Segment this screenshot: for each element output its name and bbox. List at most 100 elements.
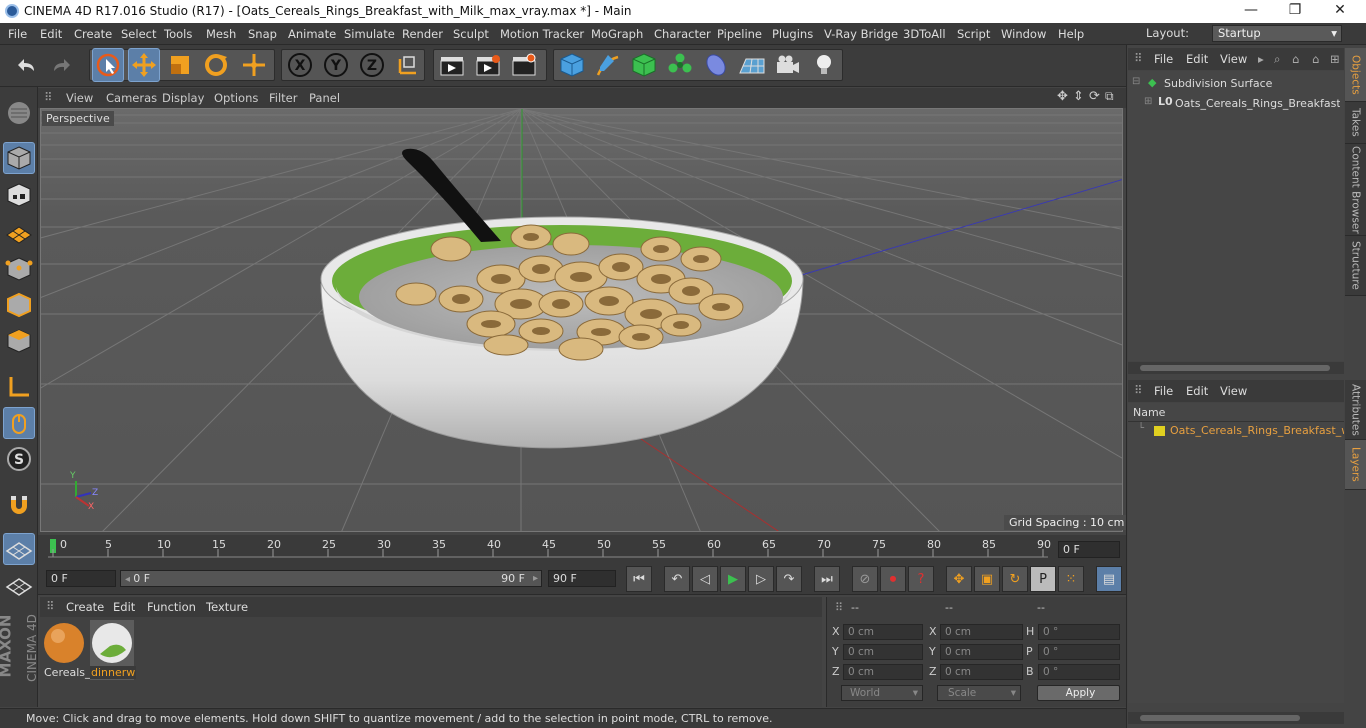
layer-row[interactable]: └ Oats_Cereals_Rings_Breakfast_wit [1130,422,1344,440]
light-button[interactable] [808,48,840,82]
autokey-button[interactable]: ? [908,566,934,592]
rotation-b-field[interactable]: 0 ° [1038,664,1120,680]
layers-scrollbar[interactable] [1128,712,1344,724]
menu-motion-tracker[interactable]: Motion Tracker [500,27,584,41]
minimize-button[interactable]: — [1241,2,1261,18]
home-icon[interactable]: ⌂ [1292,52,1299,66]
layer-color-swatch[interactable] [1154,426,1165,436]
position-y-field[interactable]: 0 cm [843,644,923,660]
menu-file[interactable]: File [8,27,27,41]
start-frame-field[interactable]: 0 F [46,570,116,587]
key-rotation-button[interactable]: ↻ [1002,566,1028,592]
viewport-menu-display[interactable]: Display [162,91,204,105]
edges-mode-button[interactable] [3,289,35,321]
expand-icon[interactable]: ⊞ [1144,96,1152,107]
tree-item-subdivision-surface[interactable]: ⊟ ◆ Subdivision Surface [1130,75,1340,93]
current-frame-field[interactable]: 0 F [1058,541,1120,558]
menu-pipeline[interactable]: Pipeline [717,27,762,41]
restore-button[interactable]: ❐ [1285,2,1305,18]
render-settings-button[interactable] [508,48,540,82]
layers-menu-view[interactable]: View [1220,384,1247,398]
material-menu-edit[interactable]: Edit [113,600,135,614]
key-pla-button[interactable]: ⁙ [1058,566,1084,592]
live-selection-button[interactable] [92,48,124,82]
objects-menu-file[interactable]: File [1154,52,1173,66]
viewport-maximize-icon[interactable]: ⧉ [1105,89,1114,104]
undo-button[interactable] [10,48,42,82]
record-disabled-button[interactable]: ⊘ [852,566,878,592]
layers-menu-edit[interactable]: Edit [1186,384,1208,398]
make-editable-button[interactable] [3,97,35,129]
tree-item-oats-cereals[interactable]: ⊞ L0 Oats_Cereals_Rings_Breakfast_w [1130,95,1340,113]
viewport-menu-view[interactable]: View [66,91,93,105]
menu-character[interactable]: Character [654,27,711,41]
timeline-ruler[interactable]: 0 5 10 15 20 25 30 35 40 45 50 55 60 65 … [38,535,1126,565]
chevron-right-icon[interactable]: ▸ [1258,52,1264,66]
points-mode-button[interactable] [3,253,35,285]
cloner-button[interactable] [664,48,696,82]
go-to-end-button[interactable]: ⏭ [814,566,840,592]
x-axis-lock-button[interactable]: X [284,48,316,82]
camera-button[interactable] [772,48,804,82]
timeline-window-button[interactable]: ▤ [1096,566,1122,592]
tab-objects[interactable]: Objects [1345,48,1366,102]
size-mode-select[interactable]: Scale ▾ [937,685,1021,701]
tab-content-browser[interactable]: Content Browser [1345,144,1366,236]
tab-attributes[interactable]: Attributes [1345,380,1366,440]
size-x-field[interactable]: 0 cm [940,624,1023,640]
menu-edit[interactable]: Edit [40,27,62,41]
z-axis-lock-button[interactable]: Z [356,48,388,82]
layout-select[interactable]: Startup ▾ [1212,25,1342,42]
objects-scrollbar[interactable] [1128,362,1344,374]
menu-select[interactable]: Select [121,27,156,41]
subdivision-surface-button[interactable] [628,48,660,82]
viewport-menu-filter[interactable]: Filter [269,91,297,105]
deformer-button[interactable] [700,48,732,82]
key-scale-button[interactable]: ▣ [974,566,1000,592]
record-active-button[interactable]: ⏺ [880,566,906,592]
material-cereals[interactable]: Cereals_ [42,620,91,680]
position-x-field[interactable]: 0 cm [843,624,923,640]
rotation-h-field[interactable]: 0 ° [1038,624,1120,640]
model-mode-button[interactable] [3,142,35,174]
next-key-button[interactable]: ↷ [776,566,802,592]
tab-structure[interactable]: Structure [1345,236,1366,296]
viewport-menu-panel[interactable]: Panel [309,91,340,105]
previous-key-button[interactable]: ↶ [664,566,690,592]
coordinate-space-select[interactable]: World ▾ [841,685,923,701]
viewport-menu-options[interactable]: Options [214,91,258,105]
bookmark-icon[interactable]: ⌂ [1312,52,1319,66]
menu-mesh[interactable]: Mesh [206,27,236,41]
menu-plugins[interactable]: Plugins [772,27,813,41]
render-view-button[interactable] [436,48,468,82]
menu-tools[interactable]: Tools [164,27,192,41]
move-tool-button[interactable] [128,48,160,82]
tab-takes[interactable]: Takes [1345,102,1366,144]
pen-spline-button[interactable] [592,48,624,82]
size-z-field[interactable]: 0 cm [940,664,1023,680]
viewport-rotate-icon[interactable]: ⟳ [1089,89,1100,104]
solo-mode-button[interactable]: S [3,443,35,475]
frame-range-slider[interactable]: ◂ 0 F 90 F ▸ [120,570,542,587]
menu-help[interactable]: Help [1058,27,1084,41]
material-menu-create[interactable]: Create [66,600,104,614]
objects-menu-view[interactable]: View [1220,52,1247,66]
workplane-lock-button[interactable] [3,533,35,565]
render-to-picture-viewer-button[interactable] [472,48,504,82]
search-icon[interactable]: ⌕ [1274,52,1280,67]
material-dinnerware[interactable]: dinnerw [90,620,137,680]
go-to-start-button[interactable]: ⏮ [626,566,652,592]
position-z-field[interactable]: 0 cm [843,664,923,680]
menu-snap[interactable]: Snap [248,27,277,41]
menu-sculpt[interactable]: Sculpt [453,27,489,41]
menu-simulate[interactable]: Simulate [344,27,395,41]
floor-button[interactable] [736,48,768,82]
scale-tool-button[interactable] [164,48,196,82]
viewport-zoom-icon[interactable]: ⇕ [1073,89,1084,104]
transform-tool-button[interactable] [238,48,270,82]
objects-menu-edit[interactable]: Edit [1186,52,1208,66]
menu-3dtoall[interactable]: 3DToAll [903,27,946,41]
tab-layers[interactable]: Layers [1345,440,1366,490]
menu-create[interactable]: Create [74,27,112,41]
menu-window[interactable]: Window [1001,27,1046,41]
